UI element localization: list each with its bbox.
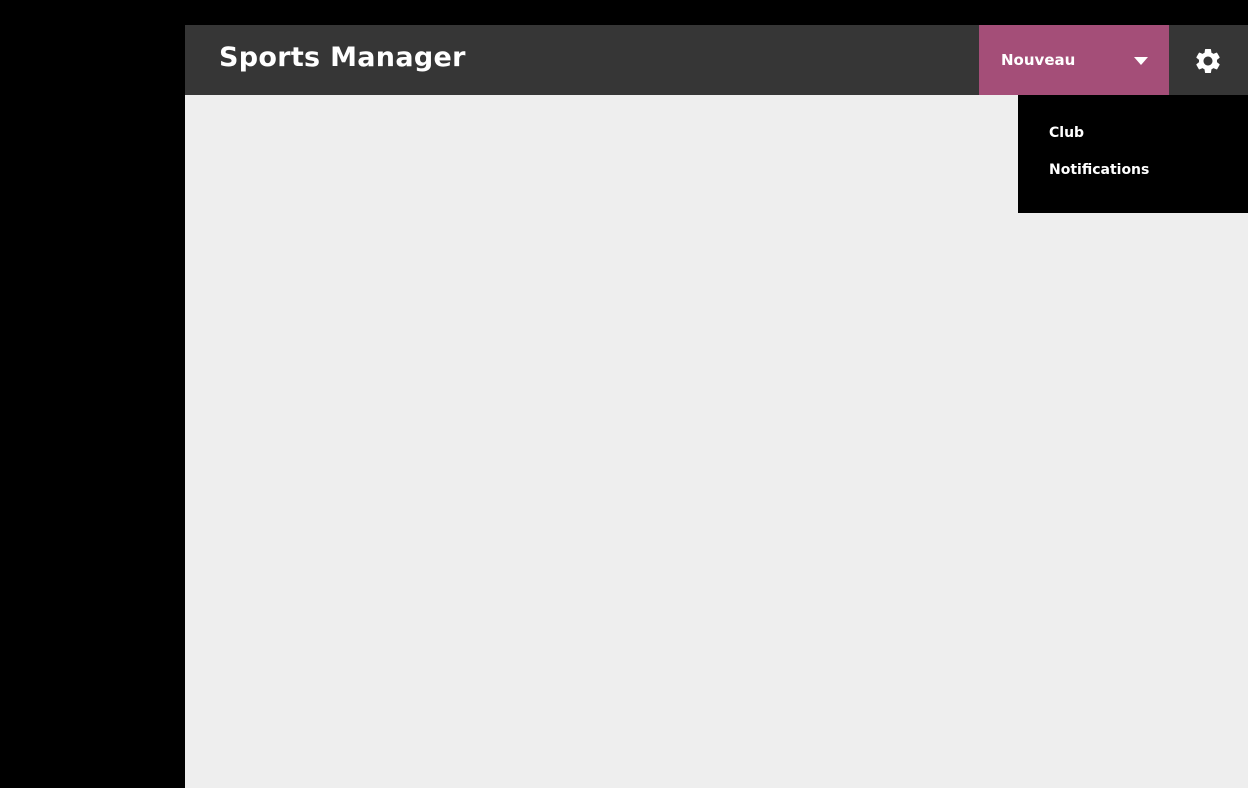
menu-item-club[interactable]: Club	[1049, 125, 1084, 141]
gear-icon	[1196, 48, 1220, 73]
sidebar	[0, 0, 184, 788]
new-dropdown-button[interactable]: Nouveau	[979, 25, 1169, 95]
window-top-strip	[0, 0, 1248, 25]
new-dropdown-label: Nouveau	[1001, 51, 1076, 69]
settings-button[interactable]	[1169, 25, 1248, 95]
menu-item-notifications[interactable]: Notifications	[1049, 162, 1149, 178]
chevron-down-icon	[1134, 57, 1148, 65]
new-dropdown-menu: Club Notifications	[1018, 95, 1248, 213]
app-title: Sports Manager	[219, 42, 466, 73]
